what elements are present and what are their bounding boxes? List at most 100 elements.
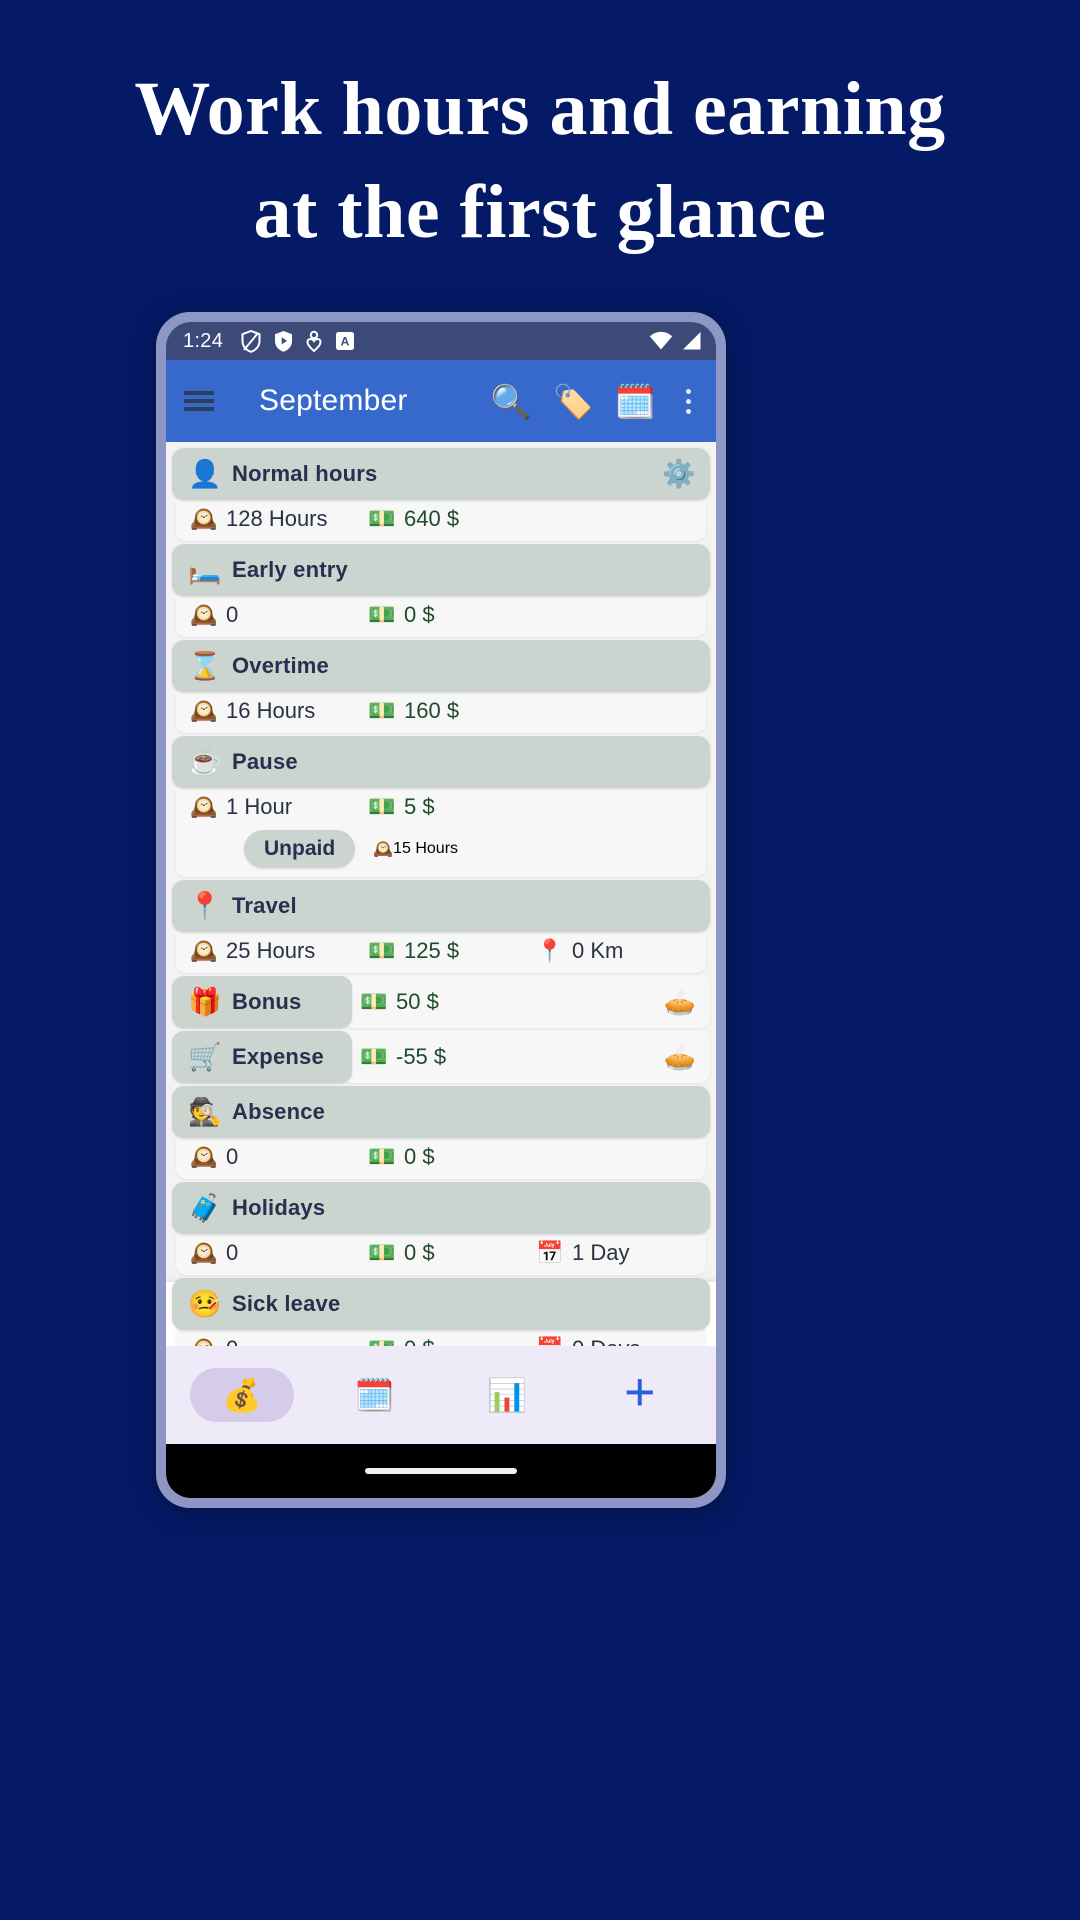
metric-money: 💵 125 $ <box>368 938 536 964</box>
category-label: Pause <box>232 749 298 774</box>
category-header[interactable]: 👤 Normal hours ⚙️ <box>172 448 710 500</box>
pause-unpaid-row: Unpaid 🕰️ 15 Hours <box>190 830 692 868</box>
early-entry-icon: 🛏️ <box>188 554 222 585</box>
bottom-navigation: 💰 🗓️ 📊 + <box>166 1346 716 1444</box>
pie-chart-icon[interactable]: 🥧 <box>664 1044 696 1070</box>
category-detail-row[interactable]: 🕰️ 0 💵 0 $ 📅 1 Day <box>176 1228 706 1275</box>
category-header[interactable]: 🛒 Expense <box>172 1031 352 1083</box>
metric-value: 5 $ <box>404 794 435 819</box>
status-bar: 1:24 A <box>166 322 716 360</box>
calendar-icon[interactable]: 🗓️ <box>612 378 658 424</box>
tags-icon[interactable]: 🏷️ <box>550 378 596 424</box>
app-bar: September 🔍 🏷️ 🗓️ <box>166 360 716 442</box>
money-icon: 💵 <box>368 938 396 963</box>
promo-line-1: Work hours and earning <box>134 67 946 151</box>
hamburger-icon[interactable] <box>182 388 216 414</box>
metric-money: 💵 50 $ <box>360 989 439 1015</box>
cell-signal-icon <box>683 332 701 350</box>
category-label: Overtime <box>232 653 329 678</box>
metric-value: 1 Hour <box>226 794 293 819</box>
summary-list[interactable]: 👤 Normal hours ⚙️ 🕰️ 128 Hours 💵 640 $ 🛏… <box>166 442 716 1346</box>
page-title: September <box>259 384 408 417</box>
metric-time: 🕰️ 0 <box>190 1240 368 1266</box>
category-header[interactable]: ⌛ Overtime <box>172 640 710 692</box>
metric-money: 💵 160 $ <box>368 698 536 724</box>
category-detail-row[interactable]: 🕰️ 1 Hour 💵 5 $ Unpaid 🕰️ 15 Hours <box>176 782 706 877</box>
metric-value: 0 <box>226 1336 238 1346</box>
category-header[interactable]: 🛏️ Early entry <box>172 544 710 596</box>
add-entry-button[interactable]: + <box>574 1346 707 1444</box>
category-header[interactable]: 🤒 Sick leave <box>172 1278 710 1330</box>
plus-icon[interactable]: + <box>624 1365 656 1419</box>
sick-face-icon: 🤒 <box>188 1288 222 1319</box>
category-detail-row[interactable]: 🕰️ 25 Hours 💵 125 $ 📍 0 Km <box>176 926 706 973</box>
clock-icon: 🕰️ <box>190 1144 218 1169</box>
shield-slash-icon <box>241 329 261 353</box>
metric-value: 0 Days <box>572 1336 640 1346</box>
metric-money: 💵 0 $ <box>368 1240 536 1266</box>
category-detail-row[interactable]: 🕰️ 0 💵 0 $ <box>176 590 706 637</box>
status-bar-clock: 1:24 <box>183 329 224 352</box>
nav-list-icon[interactable]: 📊 <box>487 1379 527 1411</box>
metric-money: 💵 5 $ <box>368 794 536 820</box>
money-icon: 💵 <box>368 698 396 723</box>
money-icon: 💵 <box>360 989 388 1014</box>
app-bar-actions: 🔍 🏷️ 🗓️ <box>488 378 708 424</box>
category-group-early-entry: 🛏️ Early entry 🕰️ 0 💵 0 $ <box>172 544 710 637</box>
metric-value: 0 $ <box>404 602 435 627</box>
metric-days: 📅 0 Days <box>536 1336 640 1346</box>
money-icon: 💵 <box>360 1044 388 1069</box>
metric-value: 0 <box>226 1144 239 1169</box>
clock-icon: 🕰️ <box>190 698 218 723</box>
category-header[interactable]: 🧳 Holidays <box>172 1182 710 1234</box>
category-detail-row[interactable]: 🕰️ 16 Hours 💵 160 $ <box>176 686 706 733</box>
nav-calendar-icon[interactable]: 🗓️ <box>355 1379 395 1411</box>
metric-time: 🕰️ 128 Hours <box>190 506 368 532</box>
inline-row-expense[interactable]: 🛒 Expense 💵 -55 $ 🥧 <box>172 1031 710 1083</box>
metric-money: 💵 640 $ <box>368 506 536 532</box>
metric-value: 1 Day <box>572 1240 630 1265</box>
status-bar-notification-icons: A <box>241 329 355 353</box>
metric-money: 💵 -55 $ <box>360 1044 446 1070</box>
metric-value: 50 $ <box>396 989 439 1014</box>
nav-list[interactable]: 📊 <box>441 1346 574 1444</box>
category-header[interactable]: ☕ Pause <box>172 736 710 788</box>
category-label: Absence <box>232 1099 326 1124</box>
metric-time: 🕰️ 25 Hours <box>190 938 368 964</box>
clock-icon: 🕰️ <box>190 938 218 963</box>
suitcase-icon: 🧳 <box>188 1192 222 1223</box>
metric-value: 16 Hours <box>226 698 316 723</box>
money-icon: 💵 <box>368 506 396 531</box>
status-bar-system-icons <box>649 331 702 351</box>
kebab-menu-icon[interactable] <box>674 388 702 414</box>
nav-money[interactable]: 💰 <box>176 1346 309 1444</box>
metric-days: 📅 1 Day <box>536 1240 629 1266</box>
inline-row-bonus[interactable]: 🎁 Bonus 💵 50 $ 🥧 <box>172 976 710 1028</box>
pie-chart-icon[interactable]: 🥧 <box>664 989 696 1015</box>
clock-icon: 🕰️ <box>190 794 218 819</box>
gear-icon[interactable]: ⚙️ <box>662 460 696 488</box>
money-icon: 💵 <box>368 1240 396 1265</box>
money-icon: 💵 <box>368 1144 396 1169</box>
absent-person-icon: 🕵️ <box>188 1096 222 1127</box>
category-header[interactable]: 📍 Travel <box>172 880 710 932</box>
category-label: Sick leave <box>232 1291 341 1316</box>
category-detail-row[interactable]: 🕰️ 0 💵 0 $ <box>176 1132 706 1179</box>
money-icon: 💵 <box>368 1338 396 1347</box>
category-detail-row[interactable]: 🕰️ 128 Hours 💵 640 $ <box>176 494 706 541</box>
category-header[interactable]: 🕵️ Absence <box>172 1086 710 1138</box>
unpaid-chip[interactable]: Unpaid <box>244 830 356 868</box>
category-header[interactable]: 🎁 Bonus <box>172 976 352 1028</box>
category-label: Holidays <box>232 1195 326 1220</box>
map-pin-route-icon: 📍 <box>188 890 222 921</box>
metric-money: 💵 0 $ <box>368 1144 536 1170</box>
inline-row-body: 💵 -55 $ 🥧 <box>342 1031 710 1083</box>
promo-line-2: at the first glance <box>253 170 827 255</box>
phone-mockup: 1:24 A September 🔍 🏷️ 🗓️ 👤 Normal hours … <box>156 312 726 1508</box>
gesture-home-pill[interactable] <box>365 1468 517 1474</box>
search-icon[interactable]: 🔍 <box>488 378 534 424</box>
metric-time: 🕰️ 1 Hour <box>190 794 368 820</box>
money-icon: 💵 <box>368 794 396 819</box>
nav-calendar[interactable]: 🗓️ <box>309 1346 442 1444</box>
nav-money-icon[interactable]: 💰 <box>190 1368 295 1422</box>
